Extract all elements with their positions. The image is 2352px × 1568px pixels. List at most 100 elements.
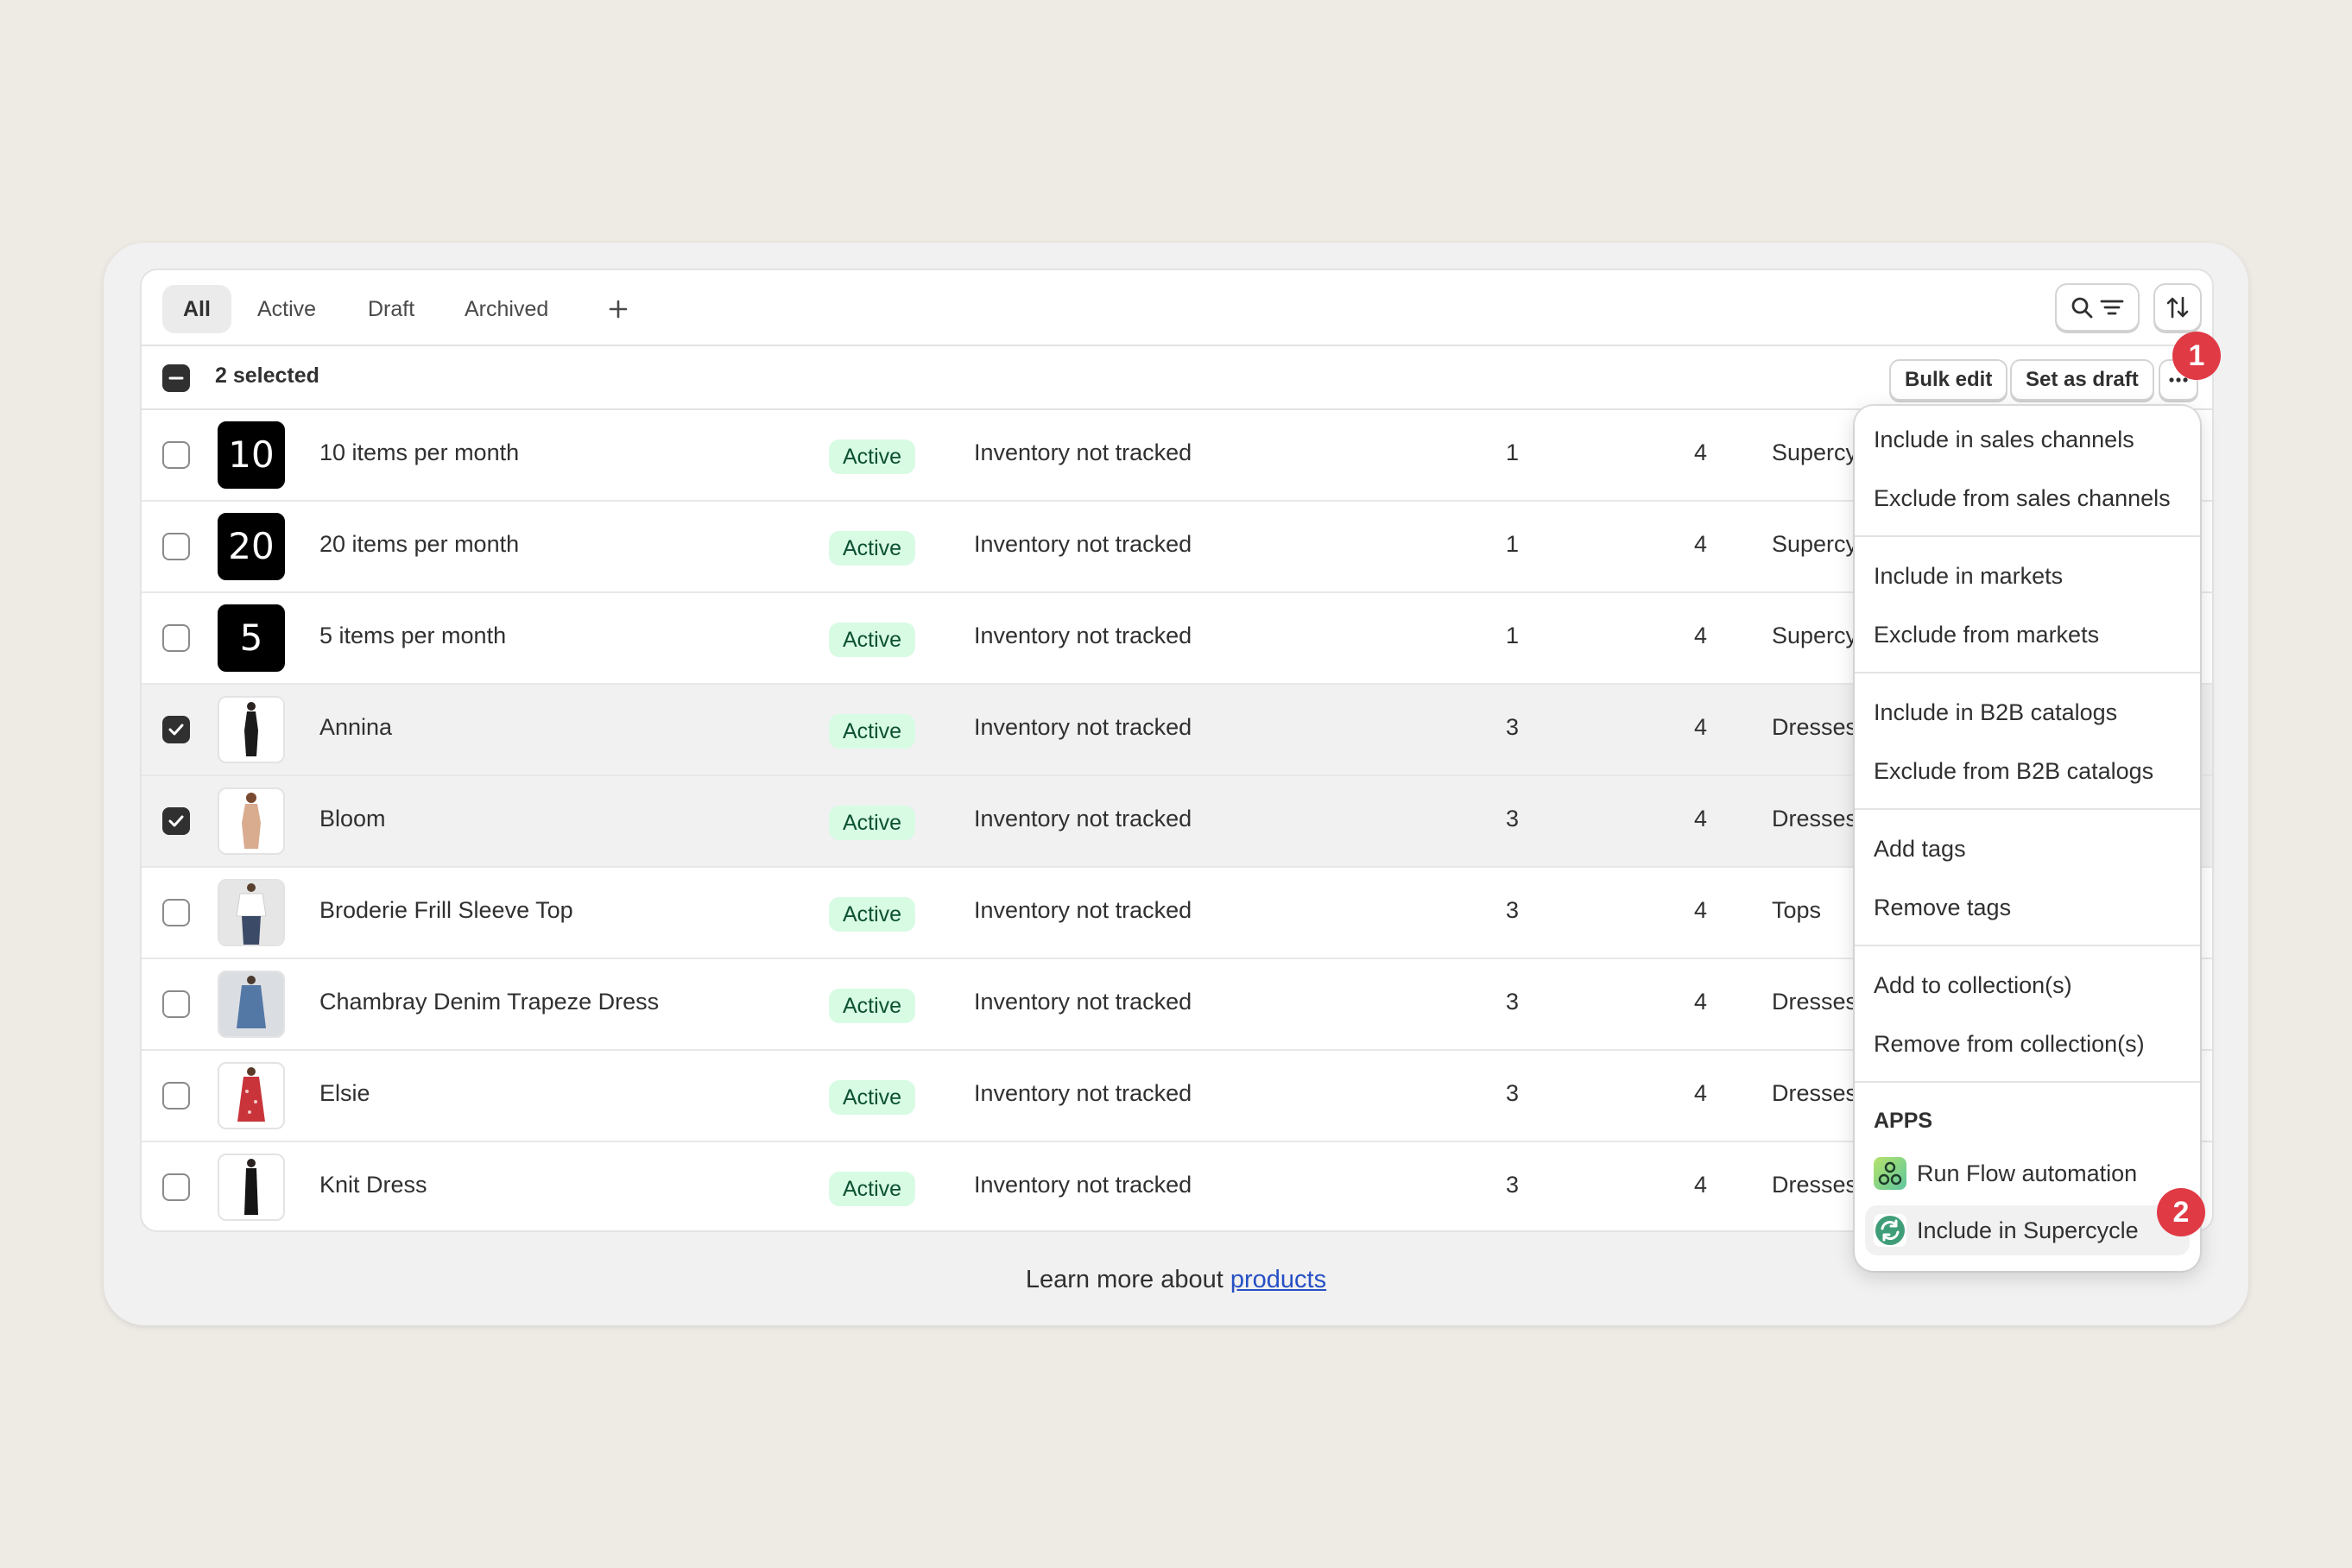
count-cell: 4 [1694,1172,1708,1198]
row-checkbox[interactable] [162,441,190,469]
product-thumbnail [218,1062,285,1129]
select-all-checkbox[interactable] [162,364,190,392]
menu-item-exclude-sales-channels[interactable]: Exclude from sales channels [1874,474,2171,522]
count-cell: 4 [1694,714,1708,740]
status-badge: Active [829,1172,916,1206]
row-checkbox[interactable] [162,1173,190,1201]
menu-item-remove-from-collection[interactable]: Remove from collection(s) [1874,1020,2145,1068]
step-marker-2: 2 [2157,1188,2205,1236]
filter-icon [2100,300,2124,315]
product-name[interactable]: Annina [319,714,392,741]
row-checkbox[interactable] [162,990,190,1018]
view-tabs-bar: All Active Draft Archived [142,270,2212,346]
product-name[interactable]: 5 items per month [319,623,506,649]
count-cell: 4 [1694,1080,1708,1106]
menu-divider [1855,1081,2200,1083]
row-checkbox[interactable] [162,1082,190,1110]
menu-item-remove-tags[interactable]: Remove tags [1874,883,2011,932]
menu-item-include-in-supercycle[interactable]: Include in Supercycle [1865,1205,2190,1255]
dress-figure-icon [242,793,261,849]
status-badge: Active [829,989,916,1023]
dress-figure-icon [219,972,283,1036]
product-name[interactable]: Broderie Frill Sleeve Top [319,897,573,924]
type-cell: Supercy [1772,531,1858,557]
type-cell: Dresses [1772,1080,1858,1106]
dress-figure-icon [237,1067,265,1122]
menu-item-include-sales-channels[interactable]: Include in sales channels [1874,415,2134,464]
menu-divider [1855,672,2200,673]
product-name[interactable]: Bloom [319,806,386,832]
menu-item-include-markets[interactable]: Include in markets [1874,552,2063,600]
footer-prefix: Learn more about [1025,1266,1230,1293]
tab-active[interactable]: Active [237,285,337,333]
inventory-cell: Inventory not tracked [974,531,1192,557]
count-cell: 4 [1694,439,1708,465]
apps-section-heading: APPS [1874,1109,1933,1133]
menu-item-exclude-b2b-catalogs[interactable]: Exclude from B2B catalogs [1874,747,2153,795]
bulk-actions-bar: 2 selected Bulk edit Set as draft [142,346,2212,410]
row-checkbox[interactable] [162,807,190,835]
tab-archived[interactable]: Archived [444,285,569,333]
product-name[interactable]: 20 items per month [319,531,519,558]
status-badge: Active [829,623,916,657]
status-badge: Active [829,714,916,749]
search-filter-button[interactable] [2055,283,2140,332]
status-badge: Active [829,531,916,566]
count-cell: 1 [1506,439,1520,465]
checkmark-icon [168,815,184,827]
product-name[interactable]: 10 items per month [319,439,519,466]
product-name[interactable]: Elsie [319,1080,370,1107]
product-thumbnail: 5 [218,604,285,672]
dress-figure-icon [244,702,258,756]
status-badge: Active [829,806,916,840]
flow-app-icon [1874,1157,1906,1190]
type-cell: Tops [1772,897,1822,923]
count-cell: 3 [1506,1172,1520,1198]
count-cell: 1 [1506,531,1520,557]
add-view-button[interactable] [594,285,642,333]
dress-figure-icon [244,1159,258,1215]
menu-item-exclude-markets[interactable]: Exclude from markets [1874,610,2099,659]
row-checkbox[interactable] [162,624,190,652]
row-checkbox[interactable] [162,716,190,743]
tab-all[interactable]: All [162,285,231,333]
product-thumbnail [218,971,285,1038]
count-cell: 4 [1694,989,1708,1015]
type-cell: Dresses [1772,806,1858,831]
product-name[interactable]: Chambray Denim Trapeze Dress [319,989,659,1015]
product-thumbnail [218,787,285,855]
menu-item-label: Run Flow automation [1917,1160,2138,1186]
menu-item-add-tags[interactable]: Add tags [1874,825,1966,873]
menu-item-add-to-collection[interactable]: Add to collection(s) [1874,961,2072,1009]
status-badge: Active [829,1080,916,1115]
supercycle-app-icon [1874,1214,1906,1247]
count-cell: 4 [1694,897,1708,923]
type-cell: Supercy [1772,623,1858,648]
sort-button[interactable] [2153,283,2202,332]
tab-draft[interactable]: Draft [347,285,435,333]
count-cell: 4 [1694,623,1708,648]
status-badge: Active [829,897,916,932]
type-cell: Dresses [1772,714,1858,740]
product-thumbnail [218,696,285,763]
type-cell: Dresses [1772,1172,1858,1198]
inventory-cell: Inventory not tracked [974,1080,1192,1106]
count-cell: 3 [1506,897,1520,923]
inventory-cell: Inventory not tracked [974,989,1192,1015]
products-link[interactable]: products [1230,1266,1326,1293]
bulk-edit-button[interactable]: Bulk edit [1889,359,2008,401]
product-name[interactable]: Knit Dress [319,1172,427,1198]
count-cell: 1 [1506,623,1520,648]
product-thumbnail [218,1154,285,1221]
menu-item-include-b2b-catalogs[interactable]: Include in B2B catalogs [1874,688,2117,737]
row-checkbox[interactable] [162,899,190,926]
product-thumbnail: 20 [218,513,285,580]
selected-count: 2 selected [215,364,319,388]
row-checkbox[interactable] [162,533,190,560]
plus-icon [609,300,628,319]
count-cell: 3 [1506,989,1520,1015]
set-as-draft-button[interactable]: Set as draft [2010,359,2154,401]
type-cell: Dresses [1772,989,1858,1015]
menu-item-run-flow-automation[interactable]: Run Flow automation [1865,1148,2190,1198]
more-actions-menu: Include in sales channels Exclude from s… [1855,406,2200,1271]
